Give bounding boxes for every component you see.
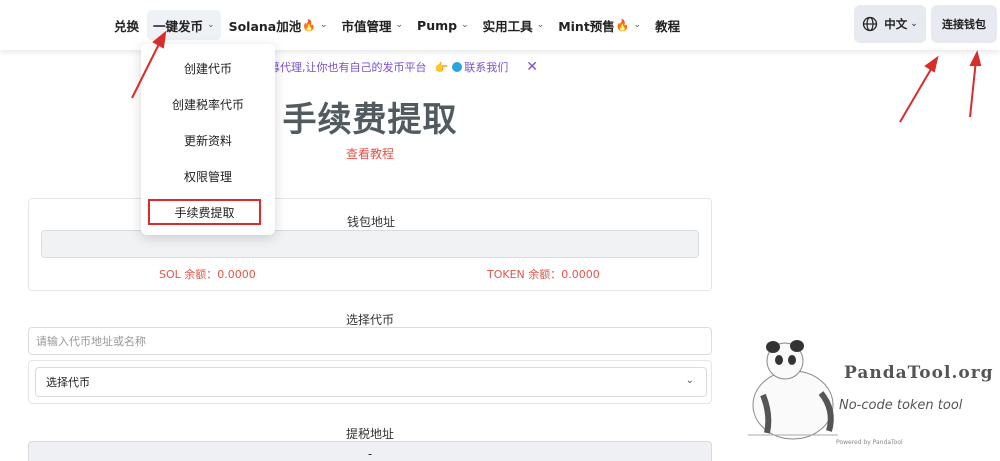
sol-balance: SOL 余额：0.0000 xyxy=(159,268,256,281)
nav-item-swap[interactable]: 兑换 xyxy=(108,10,145,40)
tax-address-field[interactable]: - xyxy=(28,441,712,461)
token-balance: TOKEN 余额：0.0000 xyxy=(487,268,600,281)
chevron-down-icon: ⌄ xyxy=(685,375,694,386)
announcement-bar: 招募代理,让你也有自己的发币平台 👉 联系我们 ✕ xyxy=(258,58,538,76)
nav-item-mint-presale[interactable]: Mint预售 🔥 ⌄ xyxy=(552,10,647,40)
watermark-tagline: No-code token tool xyxy=(839,398,963,413)
menu-item-fee-withdraw[interactable]: 手续费提取 xyxy=(148,199,261,225)
tax-address-label: 提税地址 xyxy=(345,427,394,441)
nav-item-market-cap[interactable]: 市值管理 ⌄ xyxy=(335,10,409,40)
globe-icon xyxy=(863,16,878,32)
chevron-down-icon: ⌄ xyxy=(319,20,328,30)
watermark-brand: PandaTool.org xyxy=(844,363,994,383)
select-token-label: 选择代币 xyxy=(345,313,394,327)
wallet-address-label: 钱包地址 xyxy=(346,215,395,229)
nav-item-pump[interactable]: Pump ⌄ xyxy=(411,10,475,40)
launch-token-dropdown: 创建代币 创建税率代币 更新资料 权限管理 手续费提取 xyxy=(141,44,275,235)
token-select[interactable]: 选择代币 ⌄ xyxy=(35,367,707,397)
arrow-to-connect xyxy=(969,59,977,118)
nav-item-tools[interactable]: 实用工具 ⌄ xyxy=(477,10,551,40)
chevron-down-icon: ⌄ xyxy=(207,20,215,30)
token-search-field xyxy=(28,327,712,355)
main-nav: 兑换 一键发币 ⌄ Solana加池 🔥 ⌄ 市值管理 ⌄ Pump ⌄ 实用工具 ⌄ Mi… xyxy=(108,0,688,50)
chevron-down-icon: ⌄ xyxy=(536,20,545,30)
announcement-message: 招募代理,让你也有自己的发币平台 xyxy=(258,61,427,74)
chevron-down-icon: ⌄ xyxy=(633,20,642,30)
menu-item-create-tax-token[interactable]: 创建税率代币 xyxy=(141,92,275,116)
token-select-value: 选择代币 xyxy=(46,376,90,389)
chevron-down-icon: ⌄ xyxy=(461,20,469,30)
wallet-address-field xyxy=(41,230,699,258)
language-button[interactable]: 中文 ⌄ xyxy=(854,5,926,43)
chevron-down-icon: ⌄ xyxy=(910,19,918,29)
connect-wallet-button[interactable]: 连接钱包 xyxy=(931,5,997,43)
token-select-container: 选择代币 ⌄ xyxy=(28,360,712,404)
fire-icon: 🔥 xyxy=(615,18,630,32)
panda-logo-icon xyxy=(748,340,838,440)
arrow-to-language xyxy=(899,63,935,123)
menu-item-update-profile[interactable]: 更新资料 xyxy=(141,128,275,152)
telegram-icon xyxy=(452,62,463,72)
chevron-down-icon: ⌄ xyxy=(395,20,404,30)
top-navbar: 兑换 一键发币 ⌄ Solana加池 🔥 ⌄ 市值管理 ⌄ Pump ⌄ 实用工具 ⌄ Mi… xyxy=(0,0,1000,50)
arrow-head xyxy=(969,50,982,66)
pointing-hand-icon: 👉 xyxy=(434,60,449,74)
nav-item-solana-pool[interactable]: Solana加池 🔥 ⌄ xyxy=(223,10,334,40)
language-label: 中文 xyxy=(884,17,908,31)
wallet-card: 钱包地址 SOL 余额：0.0000 TOKEN 余额：0.0000 xyxy=(28,198,712,291)
token-search-input[interactable] xyxy=(29,328,711,354)
pandatool-watermark: PandaTool.org No-code token tool Powered… xyxy=(738,335,1000,450)
contact-us-link[interactable]: 联系我们 xyxy=(464,59,508,75)
nav-item-tutorial[interactable]: 教程 xyxy=(649,10,686,40)
fire-icon: 🔥 xyxy=(302,18,316,32)
menu-item-create-token[interactable]: 创建代币 xyxy=(141,56,275,80)
menu-item-permissions[interactable]: 权限管理 xyxy=(141,164,275,188)
close-icon[interactable]: ✕ xyxy=(526,59,538,75)
arrow-head xyxy=(924,55,939,73)
tutorial-link[interactable]: 查看教程 xyxy=(0,145,740,162)
page-title: 手续费提取 xyxy=(282,100,458,140)
nav-item-launch-token[interactable]: 一键发币 ⌄ xyxy=(147,10,221,40)
watermark-powered: Powered by PandaTool xyxy=(836,439,903,446)
